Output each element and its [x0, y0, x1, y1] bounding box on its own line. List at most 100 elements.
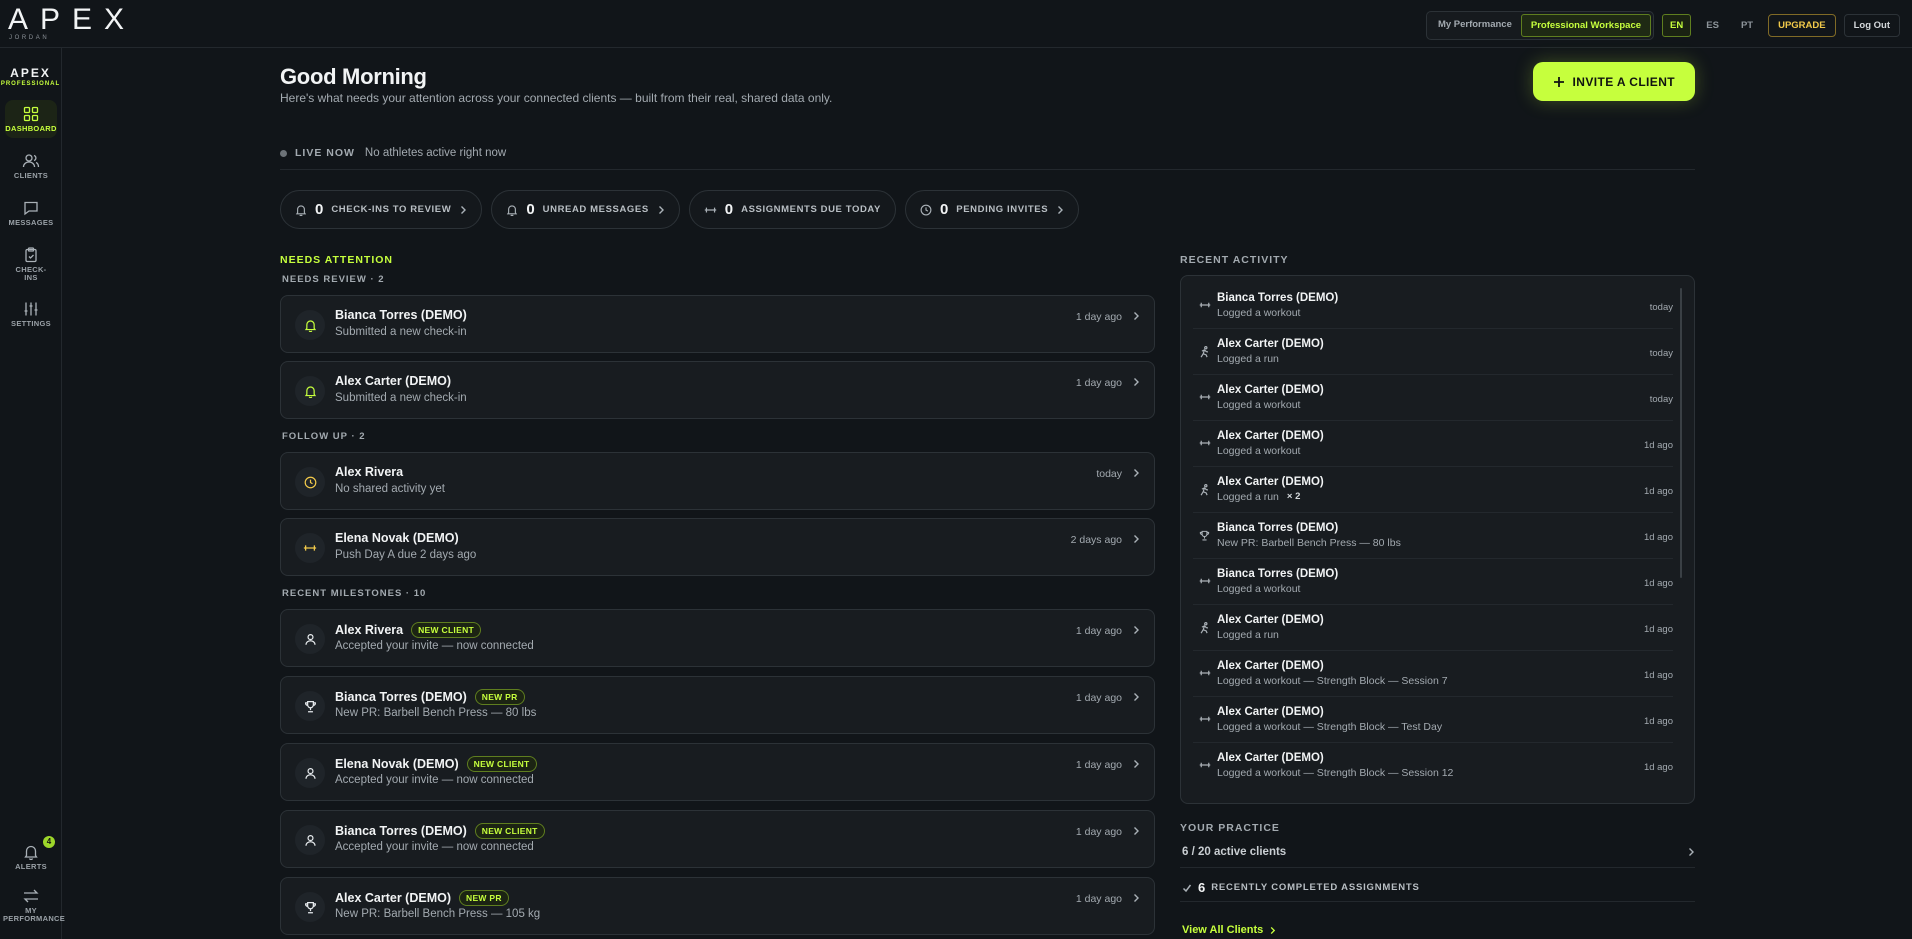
activity-description: Logged a workout — Strength Block — Test…: [1217, 721, 1443, 733]
activity-description: Logged a workout: [1217, 399, 1301, 411]
mode-tab-professional-workspace[interactable]: Professional Workspace: [1520, 14, 1652, 37]
language-pt[interactable]: PT: [1734, 15, 1760, 36]
activity-description: New PR: Barbell Bench Press — 80 lbs: [1217, 537, 1401, 549]
item-name: Alex Rivera: [335, 623, 404, 637]
stat-value: 0: [939, 201, 949, 218]
run-icon: [1200, 622, 1209, 634]
logout-button[interactable]: Log Out: [1843, 14, 1900, 37]
activity-name: Alex Carter (DEMO): [1217, 430, 1324, 442]
chevron-right-icon: [1134, 378, 1139, 386]
activity-description: Logged a run: [1217, 491, 1279, 503]
dumbbell-icon: [1199, 762, 1211, 768]
list-item[interactable]: Elena Novak (DEMO) NEW CLIENT Accepted yo…: [280, 743, 1155, 801]
sidebar-item-label: DASHBOARD: [5, 124, 57, 133]
trophy-icon: [295, 892, 325, 922]
stat-label: PENDING INVITES: [956, 204, 1049, 215]
scrollbar[interactable]: [1680, 288, 1682, 578]
activity-feed[interactable]: Bianca Torres (DEMO) Logged a workout to…: [1180, 275, 1695, 804]
needs-review-heading: NEEDS REVIEW · 2: [282, 274, 385, 285]
activity-item[interactable]: Bianca Torres (DEMO) New PR: Barbell Ben…: [1193, 513, 1673, 559]
mode-switcher: My Performance Professional Workspace: [1425, 11, 1655, 40]
activity-description: Logged a workout: [1217, 445, 1301, 457]
status-badge: NEW PR: [474, 689, 525, 705]
activity-name: Bianca Torres (DEMO): [1217, 522, 1339, 534]
run-icon: [1200, 484, 1209, 496]
upgrade-button[interactable]: UPGRADE: [1768, 14, 1836, 37]
sidebar-item-label: CLIENTS: [13, 171, 49, 180]
stat-pending-invites[interactable]: 0 PENDING INVITES: [904, 190, 1080, 229]
active-clients-row[interactable]: 6 / 20 active clients: [1180, 840, 1695, 868]
activity-item[interactable]: Alex Carter (DEMO) Logged a run × 2 1d ag…: [1193, 467, 1673, 513]
chevron-right-icon: [1134, 827, 1139, 835]
activity-description: Logged a workout — Strength Block — Sess…: [1217, 767, 1454, 779]
invite-client-button[interactable]: INVITE A CLIENT: [1532, 62, 1695, 101]
activity-item[interactable]: Alex Carter (DEMO) Logged a workout — St…: [1193, 651, 1673, 697]
activity-item[interactable]: Alex Carter (DEMO) Logged a workout toda…: [1193, 375, 1673, 421]
completed-assignments: 6 RECENTLY COMPLETED ASSIGNMENTS: [1182, 880, 1420, 895]
list-item[interactable]: Bianca Torres (DEMO) Submitted a new che…: [280, 295, 1155, 353]
dumbbell-icon: [704, 207, 716, 212]
stat-label: CHECK-INS TO REVIEW: [331, 204, 452, 215]
item-description: Accepted your invite — now connected: [335, 841, 534, 853]
sidebar-item-settings[interactable]: SETTINGS: [5, 295, 57, 333]
activity-description: Logged a run: [1217, 629, 1279, 641]
activity-description: Logged a run: [1217, 353, 1279, 365]
activity-item[interactable]: Bianca Torres (DEMO) Logged a workout 1d…: [1193, 559, 1673, 605]
sidebar-item-check-ins[interactable]: CHECK-INS: [5, 241, 57, 287]
sidebar-item-messages[interactable]: MESSAGES: [5, 194, 57, 232]
mode-tab-my-performance[interactable]: My Performance: [1429, 14, 1521, 37]
activity-item[interactable]: Alex Carter (DEMO) Logged a workout 1d a…: [1193, 421, 1673, 467]
sidebar-brand: APEX PROFESSIONAL: [0, 66, 61, 87]
activity-time: 1d ago: [1643, 486, 1673, 497]
sidebar-item-my-performance[interactable]: MY PERFORMANCE: [3, 882, 65, 928]
activity-item[interactable]: Alex Carter (DEMO) Logged a workout — St…: [1193, 697, 1673, 743]
chevron-right-icon: [1058, 205, 1064, 214]
stat-assignments-due-today[interactable]: 0 ASSIGNMENTS DUE TODAY: [688, 190, 896, 229]
stat-check-ins-to-review[interactable]: 0 CHECK-INS TO REVIEW: [280, 190, 483, 229]
sidebar-item-clients[interactable]: CLIENTS: [5, 147, 57, 185]
list-item[interactable]: Bianca Torres (DEMO) NEW PR New PR: Barbe…: [280, 676, 1155, 734]
view-all-label: View All Clients: [1182, 924, 1264, 936]
list-item[interactable]: Alex Carter (DEMO) Submitted a new check…: [280, 361, 1155, 419]
clock-icon: [920, 204, 932, 215]
activity-item[interactable]: Bianca Torres (DEMO) Logged a workout to…: [1193, 283, 1673, 329]
list-item[interactable]: Alex Carter (DEMO) NEW PR New PR: Barbell…: [280, 877, 1155, 935]
sliders-icon: [24, 302, 38, 316]
live-now-text: No athletes active right now: [364, 147, 507, 159]
activity-item[interactable]: Alex Carter (DEMO) Logged a run 1d ago: [1193, 605, 1673, 651]
language-en[interactable]: EN: [1662, 14, 1692, 37]
list-item[interactable]: Alex Rivera NEW CLIENT Accepted your invi…: [280, 609, 1155, 667]
logo-wordmark: APEX: [8, 3, 137, 36]
stat-unread-messages[interactable]: 0 UNREAD MESSAGES: [491, 190, 680, 229]
activity-time: 1d ago: [1643, 624, 1673, 635]
item-name: Elena Novak (DEMO): [335, 531, 459, 545]
completed-count: 6: [1198, 880, 1206, 895]
grid-icon: [23, 106, 39, 122]
top-navigation: My Performance Professional Workspace EN…: [1425, 11, 1900, 40]
list-item[interactable]: Bianca Torres (DEMO) NEW CLIENT Accepted …: [280, 810, 1155, 868]
activity-name: Alex Carter (DEMO): [1217, 384, 1324, 396]
switch-icon: [23, 889, 39, 903]
item-time: 2 days ago: [1070, 534, 1122, 546]
activity-item[interactable]: Alex Carter (DEMO) Logged a workout — St…: [1193, 743, 1673, 789]
list-item[interactable]: Alex Rivera No shared activity yet today: [280, 452, 1155, 510]
activity-time: 1d ago: [1643, 716, 1673, 727]
activity-time: 1d ago: [1643, 578, 1673, 589]
activity-name: Alex Carter (DEMO): [1217, 706, 1324, 718]
bell-icon: [295, 310, 325, 340]
activity-item[interactable]: Alex Carter (DEMO) Logged a run today: [1193, 329, 1673, 375]
app-logo[interactable]: APEX JORDAN: [8, 3, 137, 42]
status-badge: NEW CLIENT: [474, 823, 545, 839]
live-now-bar: LIVE NOW No athletes active right now: [280, 147, 506, 159]
top-bar: APEX JORDAN My Performance Professional …: [0, 0, 1912, 48]
dumbbell-icon: [1199, 578, 1211, 584]
item-name: Alex Carter (DEMO): [335, 891, 451, 905]
sidebar-item-dashboard[interactable]: DASHBOARD: [5, 100, 57, 138]
language-es[interactable]: ES: [1699, 15, 1726, 36]
sidebar-item-alerts[interactable]: 4 ALERTS: [5, 836, 57, 876]
chevron-right-icon: [1134, 626, 1139, 634]
item-time: 1 day ago: [1075, 311, 1122, 323]
list-item[interactable]: Elena Novak (DEMO) Push Day A due 2 days…: [280, 518, 1155, 576]
view-all-clients-link[interactable]: View All Clients: [1182, 924, 1276, 936]
sidebar-item-label: ALERTS: [15, 862, 47, 871]
